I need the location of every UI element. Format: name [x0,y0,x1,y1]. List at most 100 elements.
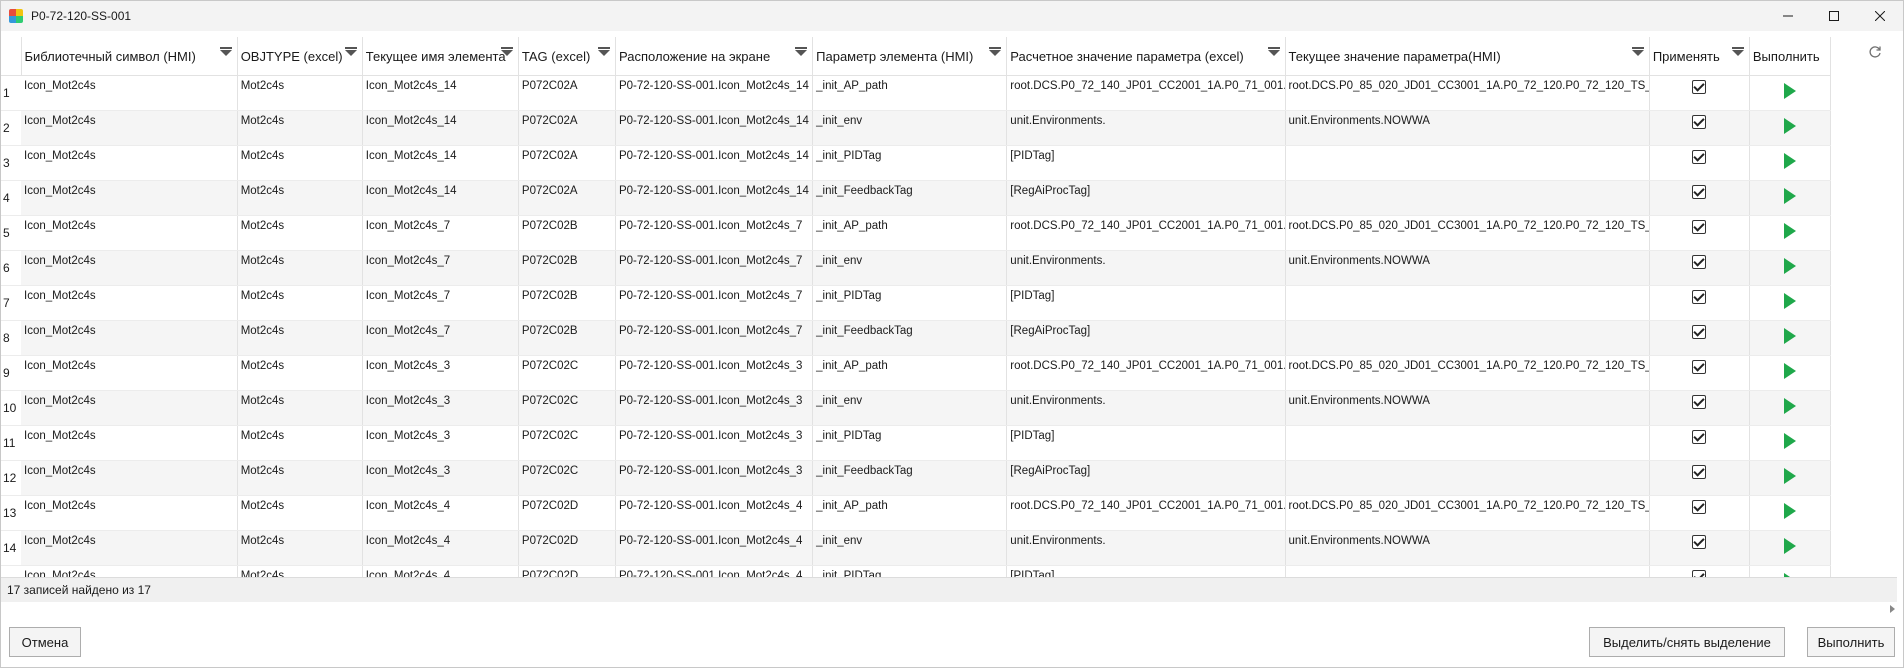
apply-checkbox[interactable] [1692,395,1707,409]
play-icon[interactable] [1783,363,1796,379]
filter-icon[interactable] [1631,47,1644,56]
table-cell[interactable]: Mot2c4s [237,180,363,216]
filter-icon[interactable] [989,47,1002,56]
table-cell[interactable]: P0-72-120-SS-001.Icon_Mot2c4s_4 [615,565,814,577]
execute-button[interactable]: Выполнить [1807,627,1895,657]
table-row[interactable]: 11 Icon_Mot2c4s Mot2c4s Icon_Mot2c4s_3 P072C… [1,425,1832,461]
table-cell[interactable] [1285,425,1650,461]
table-cell[interactable]: P072C02C [518,425,616,461]
table-cell[interactable]: Icon_Mot2c4s [21,390,238,426]
table-cell[interactable]: Icon_Mot2c4s [21,250,238,286]
refresh-icon[interactable] [1867,45,1883,61]
table-row[interactable]: 1 Icon_Mot2c4s Mot2c4s Icon_Mot2c4s_14 P072C… [1,75,1832,111]
play-icon[interactable] [1783,118,1796,134]
table-cell[interactable]: _init_env [812,530,1008,566]
table-cell[interactable]: P0-72-120-SS-001.Icon_Mot2c4s_14 [615,180,814,216]
column-header[interactable]: Выполнить [1749,37,1832,76]
column-header[interactable]: TAG (excel) [518,37,616,76]
table-cell[interactable]: P0-72-120-SS-001.Icon_Mot2c4s_3 [615,355,814,391]
play-icon[interactable] [1783,328,1796,344]
filter-icon[interactable] [344,47,357,56]
table-row[interactable]: 14 Icon_Mot2c4s Mot2c4s Icon_Mot2c4s_4 P072C… [1,530,1832,566]
column-header[interactable]: Применять [1649,37,1750,76]
table-cell[interactable]: unit.Environments.NOWWA [1285,250,1650,286]
table-cell[interactable]: _init_PIDTag [812,145,1008,181]
table-row[interactable]: 2 Icon_Mot2c4s Mot2c4s Icon_Mot2c4s_14 P072C… [1,110,1832,146]
play-icon[interactable] [1783,398,1796,414]
table-cell[interactable]: Mot2c4s [237,320,363,356]
table-cell[interactable] [1285,285,1650,321]
column-header[interactable]: OBJTYPE (excel) [237,37,363,76]
table-cell[interactable]: P0-72-120-SS-001.Icon_Mot2c4s_7 [615,320,814,356]
apply-checkbox[interactable] [1692,220,1707,234]
table-cell[interactable]: root.DCS.P0_85_020_JD01_CC3001_1A.P0_72_… [1285,215,1650,251]
table-cell[interactable]: Icon_Mot2c4s_3 [362,460,519,496]
table-cell[interactable]: Icon_Mot2c4s_14 [362,145,519,181]
filter-icon[interactable] [597,47,610,56]
table-cell[interactable]: P0-72-120-SS-001.Icon_Mot2c4s_14 [615,110,814,146]
apply-checkbox[interactable] [1692,185,1707,199]
table-cell[interactable]: [RegAiProcTag] [1006,460,1286,496]
table-cell[interactable]: root.DCS.P0_85_020_JD01_CC3001_1A.P0_72_… [1285,75,1650,111]
table-cell[interactable] [1285,180,1650,216]
table-cell[interactable]: P0-72-120-SS-001.Icon_Mot2c4s_7 [615,250,814,286]
table-row[interactable]: 6 Icon_Mot2c4s Mot2c4s Icon_Mot2c4s_7 P072C0… [1,250,1832,286]
table-cell[interactable] [1285,565,1650,577]
filter-icon[interactable] [219,47,232,56]
table-cell[interactable]: Icon_Mot2c4s_14 [362,110,519,146]
column-header[interactable]: Библиотечный символ (HMI) [21,37,238,76]
table-cell[interactable]: root.DCS.P0_72_140_JP01_CC2001_1A.P0_71_… [1006,75,1286,111]
table-row[interactable]: 5 Icon_Mot2c4s Mot2c4s Icon_Mot2c4s_7 P072C0… [1,215,1832,251]
table-cell[interactable]: Icon_Mot2c4s [21,460,238,496]
table-cell[interactable]: Icon_Mot2c4s [21,425,238,461]
table-cell[interactable]: Icon_Mot2c4s [21,495,238,531]
table-cell[interactable]: Icon_Mot2c4s [21,530,238,566]
maximize-button[interactable] [1811,1,1857,31]
table-cell[interactable]: P072C02A [518,180,616,216]
table-cell[interactable]: [PIDTag] [1006,285,1286,321]
table-cell[interactable]: Icon_Mot2c4s [21,285,238,321]
table-row[interactable]: 12 Icon_Mot2c4s Mot2c4s Icon_Mot2c4s_3 P072C… [1,460,1832,496]
table-cell[interactable]: P0-72-120-SS-001.Icon_Mot2c4s_14 [615,145,814,181]
play-icon[interactable] [1783,223,1796,239]
table-row[interactable]: 9 Icon_Mot2c4s Mot2c4s Icon_Mot2c4s_3 P072C0… [1,355,1832,391]
close-button[interactable] [1857,1,1903,31]
play-icon[interactable] [1783,188,1796,204]
table-row[interactable]: 7 Icon_Mot2c4s Mot2c4s Icon_Mot2c4s_7 P072C0… [1,285,1832,321]
table-row[interactable]: 15Icon_Mot2c4sMot2c4sIcon_Mot2c4s_4P072C… [1,565,1832,577]
table-cell[interactable]: _init_PIDTag [812,425,1008,461]
table-cell[interactable]: root.DCS.P0_85_020_JD01_CC3001_1A.P0_72_… [1285,355,1650,391]
apply-checkbox[interactable] [1692,325,1707,339]
table-cell[interactable]: root.DCS.P0_72_140_JP01_CC2001_1A.P0_71_… [1006,355,1286,391]
table-cell[interactable]: Mot2c4s [237,215,363,251]
table-cell[interactable]: Mot2c4s [237,355,363,391]
table-row[interactable]: 4 Icon_Mot2c4s Mot2c4s Icon_Mot2c4s_14 P072C… [1,180,1832,216]
filter-icon[interactable] [1731,47,1744,56]
table-cell[interactable]: P072C02D [518,495,616,531]
table-cell[interactable]: P0-72-120-SS-001.Icon_Mot2c4s_3 [615,390,814,426]
apply-checkbox[interactable] [1692,535,1707,549]
table-cell[interactable]: _init_AP_path [812,495,1008,531]
table-cell[interactable]: Mot2c4s [237,110,363,146]
table-cell[interactable]: P072C02A [518,75,616,111]
table-cell[interactable]: _init_AP_path [812,75,1008,111]
table-cell[interactable]: Icon_Mot2c4s_4 [362,495,519,531]
table-cell[interactable]: P0-72-120-SS-001.Icon_Mot2c4s_4 [615,495,814,531]
apply-checkbox[interactable] [1692,150,1707,164]
table-row[interactable]: 3 Icon_Mot2c4s Mot2c4s Icon_Mot2c4s_14 P072C… [1,145,1832,181]
table-cell[interactable]: _init_FeedbackTag [812,320,1008,356]
table-cell[interactable]: P072C02B [518,215,616,251]
table-cell[interactable]: P0-72-120-SS-001.Icon_Mot2c4s_14 [615,75,814,111]
table-cell[interactable]: Icon_Mot2c4s [21,565,238,577]
table-cell[interactable]: Icon_Mot2c4s [21,320,238,356]
scroll-right-icon[interactable] [1890,605,1895,613]
table-cell[interactable]: P0-72-120-SS-001.Icon_Mot2c4s_3 [615,460,814,496]
table-cell[interactable]: Icon_Mot2c4s_4 [362,565,519,577]
table-cell[interactable]: Mot2c4s [237,145,363,181]
apply-checkbox[interactable] [1692,255,1707,269]
apply-checkbox[interactable] [1692,290,1707,304]
table-cell[interactable] [1285,460,1650,496]
table-cell[interactable]: _init_AP_path [812,215,1008,251]
table-cell[interactable]: unit.Environments.NOWWA [1285,110,1650,146]
table-cell[interactable]: root.DCS.P0_72_140_JP01_CC2001_1A.P0_71_… [1006,215,1286,251]
